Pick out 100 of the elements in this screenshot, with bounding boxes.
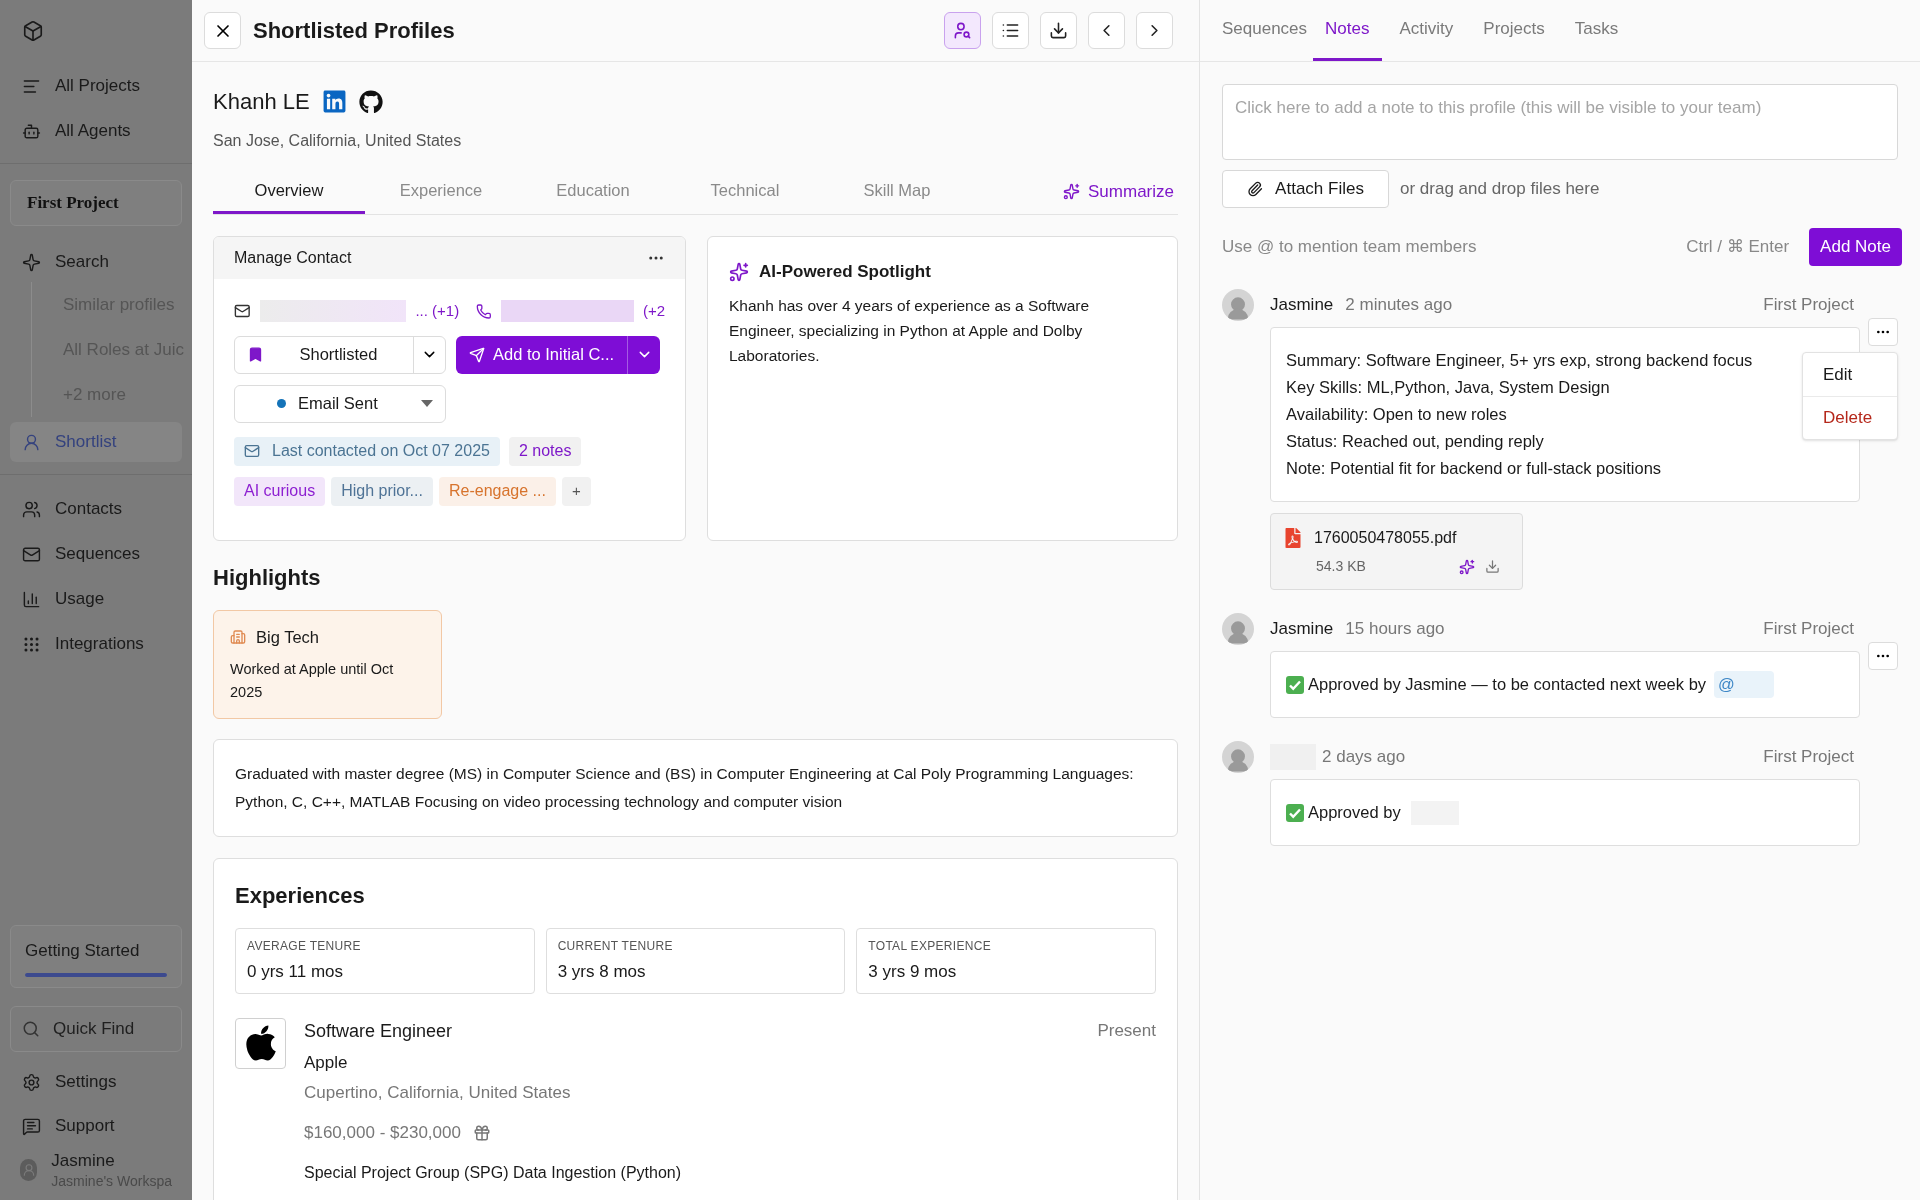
envelope-icon	[22, 544, 41, 564]
mention-hint: Use @ to mention team members	[1222, 236, 1477, 259]
note-project: First Project	[1763, 746, 1854, 769]
mention-chip[interactable]: @	[1714, 671, 1775, 698]
stat-value: 0 yrs 11 mos	[247, 961, 345, 983]
side-tab[interactable]: Notes	[1313, 0, 1382, 61]
close-button[interactable]	[204, 12, 241, 49]
project-name: Special Project Group (SPG) Data Ingestion (Python)	[304, 1163, 683, 1184]
profile-tab[interactable]: Overview	[213, 169, 365, 214]
note-time: 15 hours ago	[1345, 618, 1445, 641]
note-line: Status: Reached out, pending reply	[1286, 431, 1545, 452]
add-tag-button[interactable]: +	[561, 476, 591, 506]
download-icon[interactable]	[1485, 559, 1500, 574]
outreach-dropdown[interactable]: Email Sent	[234, 384, 446, 423]
attachment-card[interactable]: 1760050478055.pdf 54.3 KB	[1270, 513, 1523, 590]
note-text: Approved by Jasmine — to be contacted next week by	[1308, 674, 1707, 695]
github-icon[interactable]	[358, 89, 383, 114]
user-name: Jasmine	[51, 1150, 116, 1172]
sidebar-item[interactable]: All Projects	[10, 66, 182, 106]
attach-files-button[interactable]: Attach Files	[1222, 170, 1389, 208]
sparkles-icon	[729, 261, 749, 282]
sparkles-icon[interactable]	[1459, 558, 1475, 575]
toolbar-button[interactable]	[992, 12, 1029, 49]
avatar-icon	[1222, 741, 1254, 773]
tag[interactable]: Re-engage ...	[438, 476, 556, 506]
linkedin-icon[interactable]	[321, 89, 347, 114]
notes-count-badge[interactable]: 2 notes	[508, 436, 582, 466]
side-tab[interactable]: Tasks	[1562, 0, 1631, 61]
job-period: Present	[1097, 1019, 1156, 1042]
note-text: Approved by	[1308, 802, 1401, 823]
sidebar-item[interactable]: Contacts	[10, 489, 182, 529]
menu-item[interactable]: Delete	[1803, 396, 1897, 439]
building-icon	[230, 629, 246, 646]
bookmark-icon	[247, 346, 264, 363]
status-dropdown[interactable]: Shortlisted	[234, 335, 446, 374]
profile-tab[interactable]: Skill Map	[821, 169, 973, 214]
tag[interactable]: AI curious	[234, 476, 326, 506]
stat-value: 3 yrs 8 mos	[557, 961, 647, 983]
job-title: Software Engineer	[304, 1019, 453, 1043]
sidebar-item[interactable]: Settings	[10, 1062, 182, 1102]
section-title: Highlights	[213, 564, 322, 592]
quick-find-field[interactable]: Quick Find	[10, 1006, 182, 1052]
getting-started-card[interactable]: Getting Started	[10, 924, 182, 988]
sidebar-item[interactable]: Support	[10, 1106, 182, 1146]
avatar-icon	[20, 1159, 38, 1181]
note-project: First Project	[1763, 294, 1854, 317]
sparkle-icon	[22, 252, 41, 272]
project-selector[interactable]: First Project	[10, 180, 182, 226]
sidebar-item[interactable]: Sequences	[10, 534, 182, 574]
sparkles-icon	[1063, 183, 1081, 200]
sidebar-item[interactable]: Search	[10, 242, 182, 282]
logo-icon[interactable]	[22, 20, 44, 42]
download-icon	[1049, 21, 1068, 40]
profile-tab[interactable]: Experience	[365, 169, 517, 214]
education-summary: Graduated with master degree (MS) in Computer Science and (BS) in Computer Engineering at Cal Poly Programming Languages: Python, C, C++, MATLAB Focusing on video processing technology and computer vision	[235, 763, 1135, 812]
phone-icon	[476, 302, 492, 320]
side-tab[interactable]: Sequences	[1222, 0, 1308, 61]
toolbar-button[interactable]	[944, 12, 981, 49]
tag[interactable]: High prior...	[331, 476, 433, 506]
user-icon	[22, 432, 41, 452]
pdf-file-icon	[1283, 528, 1303, 548]
profile-tab[interactable]: Technical	[669, 169, 821, 214]
note-author: Jasmine	[1270, 294, 1334, 317]
add-note-button[interactable]: Add Note	[1809, 228, 1902, 266]
sidebar-item[interactable]: Shortlist	[10, 422, 182, 462]
users-icon	[22, 499, 41, 519]
candidate-location: San Jose, California, United States	[213, 131, 463, 151]
note-time: 2 days ago	[1322, 746, 1406, 769]
menu-item[interactable]: Edit	[1803, 353, 1897, 396]
paperclip-icon	[1247, 181, 1264, 197]
toolbar-button[interactable]	[1040, 12, 1077, 49]
last-contacted-badge: Last contacted on Oct 07 2025	[234, 436, 500, 466]
sidebar-item[interactable]: Integrations	[10, 624, 182, 664]
note-input[interactable]: Click here to add a note to this profile (this will be visible to your team)	[1222, 84, 1898, 160]
avatar-icon	[1222, 613, 1254, 645]
stat-label: CURRENT TENURE	[557, 938, 674, 955]
file-size: 54.3 KB	[1316, 557, 1366, 576]
spotlight-text: Khanh has over 4 years of experience as a Software Engineer, specializing in Python at Apple and Dolby Laboratories.	[729, 295, 1091, 366]
stat-label: TOTAL EXPERIENCE	[868, 938, 992, 955]
send-icon	[469, 346, 485, 363]
grid-dots-icon	[22, 634, 41, 654]
avatar-icon	[1222, 289, 1254, 321]
summarize-button[interactable]: Summarize	[1063, 169, 1174, 214]
job-location: Cupertino, California, United States	[304, 1082, 572, 1105]
section-title: Experiences	[235, 881, 366, 910]
user-search-icon	[953, 21, 972, 40]
phone-more-link[interactable]: (+2	[642, 300, 665, 323]
spotlight-title: AI-Powered Spotlight	[759, 261, 931, 283]
side-tab[interactable]: Projects	[1471, 0, 1557, 61]
stat-label: AVERAGE TENURE	[247, 938, 362, 955]
sidebar-item[interactable]: All Agents	[10, 111, 182, 151]
profile-tab[interactable]: Education	[517, 169, 669, 214]
side-tab[interactable]: Activity	[1387, 0, 1466, 61]
file-name: 1760050478055.pdf	[1314, 528, 1457, 548]
candidate-name: Khanh LE	[213, 88, 310, 116]
note-line: Note: Potential fit for backend or full-stack positions	[1286, 458, 1663, 479]
salary-range: $160,000 - $230,000	[304, 1121, 461, 1144]
sidebar-item[interactable]: Usage	[10, 579, 182, 619]
highlight-text: Worked at Apple until Oct 2025	[230, 659, 395, 702]
email-more-link[interactable]: ... (+1)	[415, 300, 460, 323]
